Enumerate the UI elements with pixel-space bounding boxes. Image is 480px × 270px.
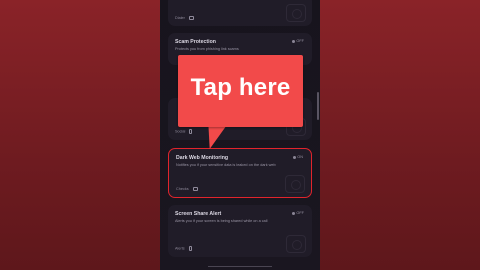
card-description: Protects you from phishing link scams xyxy=(175,47,239,51)
card-footer: Dialer xyxy=(175,16,194,20)
card-title: Dark Web Monitoring xyxy=(176,155,229,161)
card-footer: Alerts xyxy=(175,246,192,251)
tap-here-callout: Tap here xyxy=(178,55,303,127)
card-footer-label: Social xyxy=(175,129,186,134)
status-dot-icon xyxy=(292,39,296,43)
card-status[interactable]: ON xyxy=(293,155,303,159)
card-status[interactable]: OFF xyxy=(292,211,304,215)
status-label: ON xyxy=(297,155,303,159)
card-description: Notifies you if your sensitive data is l… xyxy=(176,163,276,167)
card-screen-share-alert[interactable]: Screen Share Alert Alerts you if your sc… xyxy=(168,205,312,257)
card-illustration-icon xyxy=(286,235,306,253)
card-footer-label: Alerts xyxy=(175,246,185,251)
card-footer: Social xyxy=(175,129,193,134)
scrollbar[interactable] xyxy=(317,92,319,120)
status-dot-icon xyxy=(293,155,297,159)
card-description: Alerts you if your screen is being share… xyxy=(175,219,268,223)
card-dialer[interactable]: Dialer xyxy=(168,0,312,26)
card-illustration-icon xyxy=(286,4,306,22)
card-illustration-icon xyxy=(285,175,305,193)
status-label: OFF xyxy=(296,39,304,43)
card-title: Scam Protection xyxy=(175,39,216,45)
dialer-icon xyxy=(188,16,194,20)
phone-icon xyxy=(188,246,192,251)
card-dark-web-monitoring[interactable]: Dark Web Monitoring Notifies you if your… xyxy=(168,148,312,198)
status-label: OFF xyxy=(296,211,304,215)
status-dot-icon xyxy=(292,211,296,215)
bottom-nav-bar xyxy=(208,266,272,269)
callout-text: Tap here xyxy=(190,74,291,101)
card-footer-label: Dialer xyxy=(175,16,185,20)
card-footer: Checks xyxy=(176,187,198,191)
background-left xyxy=(0,0,160,270)
phone-screen: Dialer Scam Protection Protects you from… xyxy=(160,0,320,270)
background-right xyxy=(320,0,480,270)
browser-icon xyxy=(192,187,198,191)
card-title: Screen Share Alert xyxy=(175,211,222,217)
card-footer-label: Checks xyxy=(176,187,189,191)
card-status[interactable]: OFF xyxy=(292,39,304,43)
phone-icon xyxy=(189,129,193,134)
